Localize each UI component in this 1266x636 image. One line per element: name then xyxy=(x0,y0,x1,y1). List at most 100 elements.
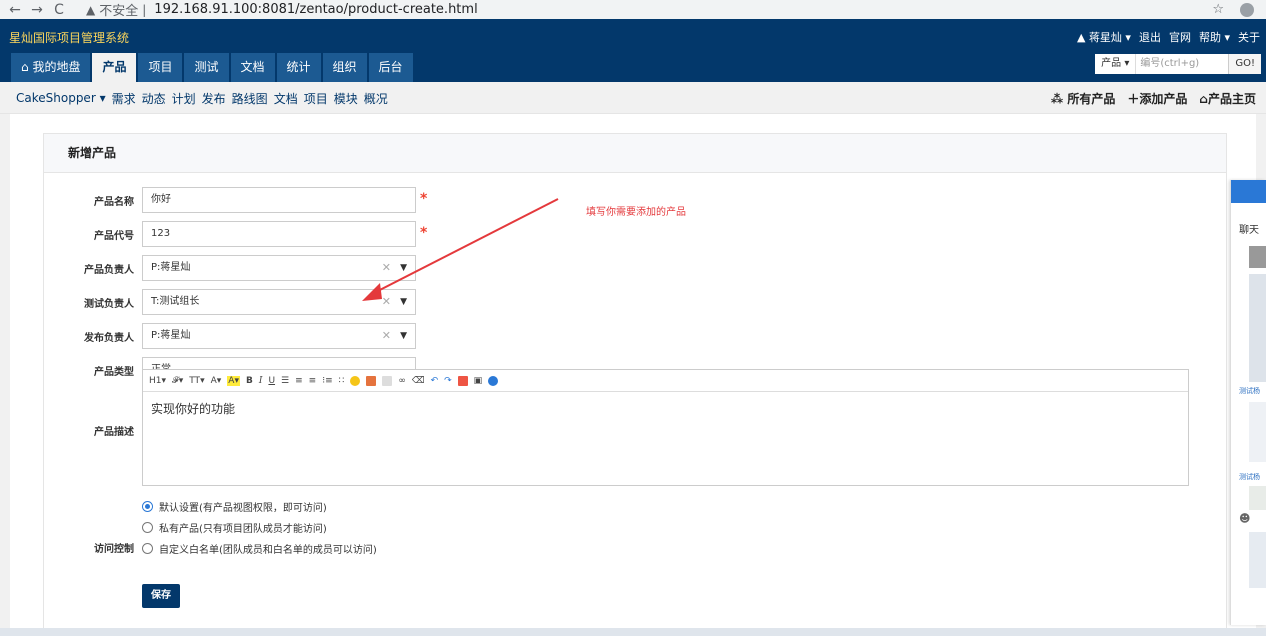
search-box: 产品 ▾ 编号(ctrl+g) GO! xyxy=(1095,54,1261,74)
browser-actions: ☆ xyxy=(1212,0,1254,19)
tab-project[interactable]: 项目 xyxy=(138,53,183,82)
thumbnail-image[interactable] xyxy=(1249,532,1266,588)
table-icon[interactable] xyxy=(382,375,393,386)
subnav-doc[interactable]: 文档 xyxy=(274,90,298,107)
align-right-icon[interactable]: ≡ xyxy=(309,376,317,386)
qd-value: T:测试组长 xyxy=(151,296,200,307)
address-bar[interactable]: 192.168.91.100:8081/zentao/product-creat… xyxy=(154,2,477,17)
reload-icon[interactable]: C xyxy=(50,3,68,17)
subnav-release[interactable]: 发布 xyxy=(202,90,226,107)
acl-option-default[interactable]: 默认设置(有产品视图权限，即可访问) xyxy=(142,496,377,517)
editor-toolbar: H1▾ 𝓕▾ TT▾ A▾ A▾ B I U ☰ ≡ ≡ ⁝≡ ∷ ∞ ⌫ ↶ … xyxy=(143,370,1188,392)
redo-icon[interactable]: ↷ xyxy=(444,376,452,386)
profile-avatar[interactable] xyxy=(1240,2,1254,17)
font-color-button[interactable]: A▾ xyxy=(211,376,222,386)
product-switcher[interactable]: CakeShopper ▾ xyxy=(16,91,106,105)
acl-option-label: 默认设置(有产品视图权限，即可访问) xyxy=(159,503,327,514)
search-input[interactable]: 编号(ctrl+g) xyxy=(1136,54,1229,74)
product-home-link[interactable]: ⌂产品主页 xyxy=(1199,90,1256,107)
rd-select[interactable]: P:蒋星灿 ✕ ▼ xyxy=(142,323,416,349)
about-link[interactable]: 关于 xyxy=(1238,29,1260,45)
caret-down-icon[interactable]: ▼ xyxy=(400,324,407,348)
all-products-link[interactable]: ⁂ 所有产品 xyxy=(1051,90,1115,107)
user-icon: ▲ xyxy=(1076,31,1089,44)
font-family-button[interactable]: 𝓕▾ xyxy=(172,376,183,386)
subnav-story[interactable]: 需求 xyxy=(112,90,136,107)
highlight-label: A xyxy=(228,375,235,386)
italic-button[interactable]: I xyxy=(259,376,263,386)
add-product-link[interactable]: ＋添加产品 xyxy=(1127,90,1187,107)
thumbnail-image[interactable] xyxy=(1249,486,1266,510)
eraser-icon[interactable]: ⌫ xyxy=(412,376,425,386)
tab-qa[interactable]: 测试 xyxy=(184,53,229,82)
tab-my[interactable]: ⌂ 我的地盘 xyxy=(11,53,91,82)
acl-label: 访问控制 xyxy=(94,544,134,555)
align-left-icon[interactable]: ☰ xyxy=(281,376,289,386)
brand-title[interactable]: 星灿国际项目管理系统 xyxy=(9,29,129,46)
user-menu[interactable]: ▲ 蒋星灿 ▾ xyxy=(1077,29,1131,45)
font-size-button[interactable]: TT▾ xyxy=(189,376,204,386)
radio-button[interactable] xyxy=(142,522,153,533)
align-center-icon[interactable]: ≡ xyxy=(295,376,303,386)
help-menu[interactable]: 帮助 ▾ xyxy=(1199,29,1230,45)
unordered-list-icon[interactable]: ∷ xyxy=(339,376,345,386)
subnav-dynamic[interactable]: 动态 xyxy=(142,90,166,107)
logout-link[interactable]: 退出 xyxy=(1139,29,1161,45)
acl-option-private[interactable]: 私有产品(只有项目团队成员才能访问) xyxy=(142,517,377,538)
link-icon[interactable]: ∞ xyxy=(398,376,406,386)
underline-button[interactable]: U xyxy=(268,376,275,386)
thumbnail-image[interactable] xyxy=(1249,274,1266,382)
product-switcher-label: CakeShopper xyxy=(16,91,96,105)
browser-toolbar: ← → C ▲ 不安全 | 192.168.91.100:8081/zentao… xyxy=(0,0,1266,19)
template-icon[interactable]: ▣ xyxy=(474,376,483,386)
ordered-list-icon[interactable]: ⁝≡ xyxy=(322,376,332,386)
undo-icon[interactable]: ↶ xyxy=(431,376,439,386)
sub-nav: CakeShopper ▾ 需求 动态 计划 发布 路线图 文档 项目 模块 概… xyxy=(0,82,1266,114)
search-go-button[interactable]: GO! xyxy=(1228,54,1261,74)
type-label: 产品类型 xyxy=(94,367,134,378)
po-value: P:蒋星灿 xyxy=(151,262,191,273)
bookmark-star-icon[interactable]: ☆ xyxy=(1212,2,1224,17)
tab-admin[interactable]: 后台 xyxy=(368,53,413,82)
tab-product[interactable]: 产品 xyxy=(92,53,137,82)
image-icon[interactable] xyxy=(366,375,377,386)
tab-company[interactable]: 组织 xyxy=(322,53,367,82)
thumbnail-image[interactable] xyxy=(1249,402,1266,462)
save-button[interactable]: 保存 xyxy=(142,584,180,608)
subnav-roadmap[interactable]: 路线图 xyxy=(232,90,268,107)
insecure-label[interactable]: 不安全 xyxy=(99,0,138,19)
bold-button[interactable]: B xyxy=(246,376,253,386)
annotation-text: 填写你需要添加的产品 xyxy=(586,207,686,218)
emoji-icon[interactable] xyxy=(350,375,361,386)
thumbnail-caption[interactable]: 测试杨 xyxy=(1239,386,1260,396)
rd-value: P:蒋星灿 xyxy=(151,330,191,341)
search-scope-select[interactable]: 产品 ▾ xyxy=(1095,54,1137,74)
tab-doc[interactable]: 文档 xyxy=(230,53,275,82)
radio-button[interactable] xyxy=(142,543,153,554)
tab-report[interactable]: 统计 xyxy=(276,53,321,82)
radio-button[interactable] xyxy=(142,501,153,512)
subnav-plan[interactable]: 计划 xyxy=(172,90,196,107)
side-panel-header[interactable] xyxy=(1231,180,1266,203)
forward-icon[interactable]: → xyxy=(28,3,46,17)
back-icon[interactable]: ← xyxy=(6,3,24,17)
help-icon[interactable] xyxy=(488,375,499,386)
editor-body[interactable]: 实现你好的功能 xyxy=(143,392,1188,425)
chat-tab[interactable]: 聊天 xyxy=(1231,203,1266,236)
panel-title: 新增产品 xyxy=(44,134,1226,173)
fullscreen-icon[interactable] xyxy=(457,375,468,386)
rd-label: 发布负责人 xyxy=(84,333,134,344)
subnav-project[interactable]: 项目 xyxy=(304,90,328,107)
warning-icon[interactable]: ▲ xyxy=(86,3,95,17)
official-site-link[interactable]: 官网 xyxy=(1169,29,1191,45)
acl-radio-group: 默认设置(有产品视图权限，即可访问) 私有产品(只有项目团队成员才能访问) 自定… xyxy=(142,496,377,559)
highlight-button[interactable]: A▾ xyxy=(227,375,240,386)
subnav-view[interactable]: 概况 xyxy=(364,90,388,107)
acl-option-whitelist[interactable]: 自定义白名单(团队成员和白名单的成员可以访问) xyxy=(142,538,377,559)
thumbnail-image[interactable] xyxy=(1249,246,1266,268)
clear-icon[interactable]: ✕ xyxy=(382,324,391,348)
heading-button[interactable]: H1▾ xyxy=(149,376,166,386)
emoji-icon[interactable]: ☻ xyxy=(1239,512,1250,525)
subnav-module[interactable]: 模块 xyxy=(334,90,358,107)
thumbnail-caption[interactable]: 测试杨 xyxy=(1239,472,1260,482)
